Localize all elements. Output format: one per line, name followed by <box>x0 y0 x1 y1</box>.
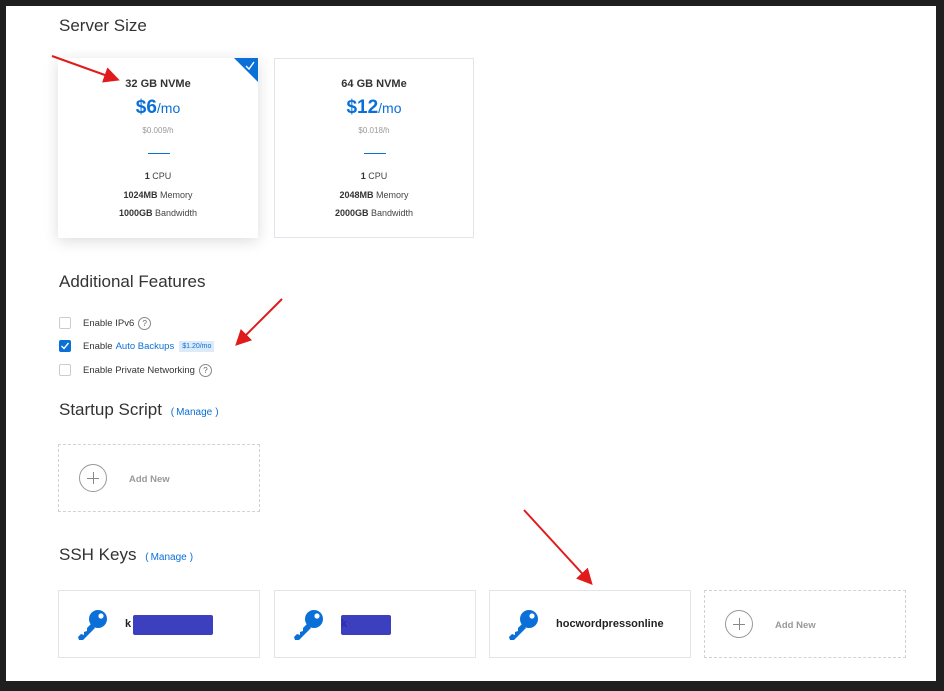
server-size-heading: Server Size <box>59 16 147 35</box>
key-icon <box>78 610 107 640</box>
feature-label: Enable <box>83 340 113 352</box>
ssh-key-card[interactable]: hocwordpressonline <box>489 590 691 658</box>
startup-script-heading: Startup Script (Manage) <box>59 400 219 419</box>
additional-features-heading: Additional Features <box>59 272 206 291</box>
arrow-to-ssh-key <box>523 509 593 585</box>
feature-label: Enable IPv6 <box>83 317 135 329</box>
ssh-key-name: k <box>125 618 132 630</box>
plus-icon <box>79 464 107 492</box>
plan-hourly: $0.009/h <box>142 126 174 135</box>
plan-price: $12/mo <box>346 97 402 118</box>
arrow-to-backups <box>235 298 283 346</box>
ssh-key-card[interactable]: k <box>58 590 260 658</box>
check-icon <box>61 342 70 350</box>
help-icon[interactable]: ? <box>138 316 152 330</box>
key-icon <box>294 610 323 640</box>
add-startup-script[interactable]: Add New <box>58 444 260 512</box>
plan-divider <box>364 153 386 154</box>
plan-name: 32 GB NVMe <box>125 78 191 90</box>
plan-memory: 2048MB Memory <box>339 190 409 200</box>
feature-label: Enable Private Networking <box>83 364 195 376</box>
ssh-key-card[interactable]: k <box>274 590 476 658</box>
key-icon <box>509 610 538 640</box>
price-badge: $1.20/mo <box>179 340 215 352</box>
ssh-key-name: hocwordpressonline <box>556 618 664 630</box>
ssh-manage-link[interactable]: Manage <box>151 552 187 563</box>
startup-manage-link[interactable]: Manage <box>176 407 212 418</box>
feature-private-networking[interactable]: Enable Private Networking ? <box>59 363 212 377</box>
redaction-mark <box>133 615 213 635</box>
auto-backups-link[interactable]: Auto Backups <box>116 341 175 352</box>
redaction-mark <box>341 615 391 635</box>
plan-bandwidth: 2000GB Bandwidth <box>334 208 414 218</box>
plan-bandwidth: 1000GB Bandwidth <box>118 208 198 218</box>
feature-ipv6[interactable]: Enable IPv6 ? <box>59 316 152 330</box>
plan-cpu: 1 CPU <box>144 171 172 181</box>
plus-icon <box>725 610 753 638</box>
add-new-label: Add New <box>775 620 816 631</box>
help-icon[interactable]: ? <box>198 363 212 377</box>
add-new-label: Add New <box>129 474 170 485</box>
plan-card-32gb[interactable]: 32 GB NVMe $6/mo $0.009/h 1 CPU 1024MB M… <box>58 58 258 238</box>
add-ssh-key[interactable]: Add New <box>704 590 906 658</box>
plan-cpu: 1 CPU <box>360 171 388 181</box>
feature-auto-backups[interactable]: Enable Auto Backups $1.20/mo <box>59 339 215 353</box>
ssh-keys-heading: SSH Keys (Manage) <box>59 545 194 564</box>
deploy-panel: Server Size 32 GB NVMe $6/mo $0.009/h 1 … <box>6 6 936 681</box>
plan-card-64gb[interactable]: 64 GB NVMe $12/mo $0.018/h 1 CPU 2048MB … <box>274 58 474 238</box>
plan-memory: 1024MB Memory <box>123 190 193 200</box>
plan-price: $6/mo <box>135 97 181 118</box>
plan-hourly: $0.018/h <box>358 126 390 135</box>
private-networking-checkbox[interactable] <box>59 364 71 376</box>
plan-divider <box>148 153 170 154</box>
auto-backups-checkbox[interactable] <box>59 340 71 352</box>
ipv6-checkbox[interactable] <box>59 317 71 329</box>
plan-name: 64 GB NVMe <box>341 78 407 90</box>
check-icon <box>245 61 255 71</box>
